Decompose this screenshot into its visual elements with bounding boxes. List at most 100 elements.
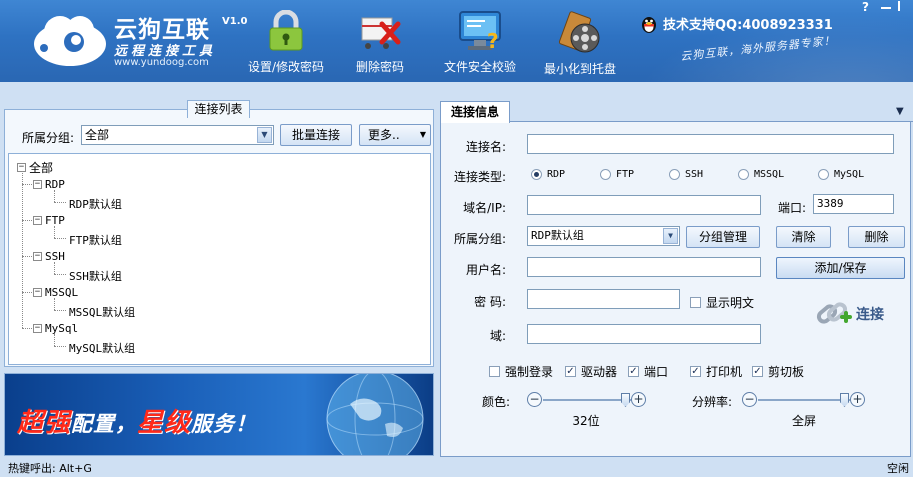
collapse-icon[interactable]: − xyxy=(17,163,26,172)
collapse-icon[interactable]: − xyxy=(33,252,42,261)
app-website: www.yundoog.com xyxy=(114,57,209,68)
globe-icon xyxy=(326,374,424,455)
connect-button[interactable]: 连接 xyxy=(816,297,884,331)
show-plaintext-checkbox[interactable]: 显示明文 xyxy=(690,294,754,311)
add-save-button[interactable]: 添加/保存 xyxy=(776,257,905,279)
radio-dot-icon xyxy=(738,169,749,180)
show-plaintext-label: 显示明文 xyxy=(706,296,755,310)
radio-dot-icon xyxy=(818,169,829,180)
drives-checkbox[interactable]: ✓ 驱动器 xyxy=(565,363,617,380)
minimize-tray-label: 最小化到托盘 xyxy=(543,62,616,76)
delete-password-button[interactable]: 删除密码 xyxy=(330,10,430,76)
tree-node-label: FTP默认组 xyxy=(69,234,122,247)
tree-node-group[interactable]: − MySql xyxy=(33,322,78,335)
slider-thumb[interactable] xyxy=(840,393,849,407)
slider-thumb[interactable] xyxy=(621,393,630,407)
tree-node-group[interactable]: − FTP xyxy=(33,214,65,227)
color-depth-slider[interactable]: − + xyxy=(527,392,647,408)
tree-node-leaf[interactable]: MySQL默认组 xyxy=(69,340,135,356)
minimize-button[interactable] xyxy=(880,0,894,10)
tree-node-label: MySql xyxy=(45,322,79,335)
monitor-question-icon: ? xyxy=(459,11,501,52)
force-login-checkbox[interactable]: 强制登录 xyxy=(489,363,553,380)
delete-button[interactable]: 删除 xyxy=(848,226,905,248)
minimize-tray-button[interactable]: 最小化到托盘 xyxy=(530,10,630,76)
printers-checkbox[interactable]: ✓ 打印机 xyxy=(690,363,742,380)
close-icon xyxy=(898,1,900,11)
tree-node-root[interactable]: − 全部 xyxy=(17,159,53,176)
tree-node-label: SSH xyxy=(45,250,65,263)
tree-node-label: MSSQL默认组 xyxy=(69,306,136,319)
film-reel-icon xyxy=(558,11,600,53)
host-label: 域名/IP: xyxy=(463,201,506,215)
group-filter-select[interactable]: 全部 ▼ xyxy=(81,125,274,145)
radio-ftp[interactable]: FTP xyxy=(600,169,634,180)
support-text: 技术支持QQ:4008923331 xyxy=(663,18,833,33)
connection-list-title: 连接列表 xyxy=(187,100,250,118)
chevron-down-icon[interactable]: ▼ xyxy=(663,228,678,244)
plus-icon[interactable]: + xyxy=(850,392,865,407)
tree-node-label: FTP xyxy=(45,214,65,227)
resolution-slider[interactable]: − + xyxy=(742,392,866,408)
group-manage-button[interactable]: 分组管理 xyxy=(686,226,760,248)
more-button[interactable]: 更多.. ▼ xyxy=(359,124,431,146)
connection-tree[interactable]: − 全部 − RDP RDP默认组 − FTP FTP默认组 − SSH SSH… xyxy=(8,153,431,365)
chevron-down-icon[interactable]: ▼ xyxy=(257,127,272,143)
collapse-icon[interactable]: − xyxy=(33,324,42,333)
minus-icon[interactable]: − xyxy=(527,392,542,407)
chevron-down-icon: ▼ xyxy=(419,130,426,139)
tree-node-leaf[interactable]: SSH默认组 xyxy=(69,268,122,284)
radio-dot-icon xyxy=(531,169,542,180)
tree-node-group[interactable]: − SSH xyxy=(33,250,65,263)
collapse-icon[interactable]: − xyxy=(33,216,42,225)
padlock-icon xyxy=(269,10,303,51)
group-select[interactable]: RDP默认组 ▼ xyxy=(527,226,680,246)
header-bar: 云狗互联 V1.0 远程连接工具 www.yundoog.com 设置/修改密码… xyxy=(0,0,913,82)
checkbox-icon xyxy=(489,366,500,377)
file-verify-button[interactable]: ? 文件安全校验 xyxy=(430,10,530,76)
port-input[interactable]: 3389 xyxy=(813,194,894,214)
radio-rdp[interactable]: RDP xyxy=(531,169,565,180)
checkmark-icon: ✓ xyxy=(752,366,763,377)
tree-node-leaf[interactable]: MSSQL默认组 xyxy=(69,304,135,320)
conn-name-input[interactable] xyxy=(527,134,894,154)
radio-mssql[interactable]: MSSQL xyxy=(738,169,784,180)
tree-node-group[interactable]: − MSSQL xyxy=(33,286,78,299)
password-label: 密 码: xyxy=(474,295,506,309)
promo-banner[interactable]: 超强配置，星级服务！ xyxy=(4,373,434,456)
status-bar: 热键呼出: Alt+G 空闲 xyxy=(0,460,913,477)
right-tab-bar xyxy=(440,100,913,122)
set-password-button[interactable]: 设置/修改密码 xyxy=(236,10,336,76)
collapse-icon[interactable]: − xyxy=(33,288,42,297)
clear-button[interactable]: 清除 xyxy=(776,226,831,248)
tree-node-leaf[interactable]: RDP默认组 xyxy=(69,196,122,212)
resolution-label: 分辨率: xyxy=(691,395,732,409)
password-input[interactable] xyxy=(527,289,680,309)
color-value: 32位 xyxy=(572,414,600,428)
checkmark-icon: ✓ xyxy=(628,366,639,377)
domain-input[interactable] xyxy=(527,324,761,344)
radio-mysql[interactable]: MySQL xyxy=(818,169,864,180)
batch-connect-button[interactable]: 批量连接 xyxy=(280,124,352,146)
cloud-logo-icon xyxy=(34,16,106,66)
username-input[interactable] xyxy=(527,257,761,277)
close-button[interactable] xyxy=(898,0,910,14)
plus-icon[interactable]: + xyxy=(631,392,646,407)
ports-checkbox[interactable]: ✓ 端口 xyxy=(628,363,668,380)
minimize-icon xyxy=(881,7,891,9)
help-button[interactable]: ? xyxy=(862,0,869,14)
file-verify-label: 文件安全校验 xyxy=(443,60,516,74)
tab-connection-info[interactable]: 连接信息 xyxy=(440,101,510,123)
app-title: 云狗互联 xyxy=(114,17,210,43)
username-label: 用户名: xyxy=(465,263,506,277)
checkmark-icon: ✓ xyxy=(690,366,701,377)
tree-node-group[interactable]: − RDP xyxy=(33,178,65,191)
tab-menu-icon[interactable]: ▼ xyxy=(896,106,904,117)
minus-icon[interactable]: − xyxy=(742,392,757,407)
clipboard-checkbox[interactable]: ✓ 剪切板 xyxy=(752,363,804,380)
tree-node-leaf[interactable]: FTP默认组 xyxy=(69,232,122,248)
collapse-icon[interactable]: − xyxy=(33,180,42,189)
radio-ssh[interactable]: SSH xyxy=(669,169,703,180)
tree-node-label: RDP默认组 xyxy=(69,198,122,211)
host-input[interactable] xyxy=(527,195,761,215)
